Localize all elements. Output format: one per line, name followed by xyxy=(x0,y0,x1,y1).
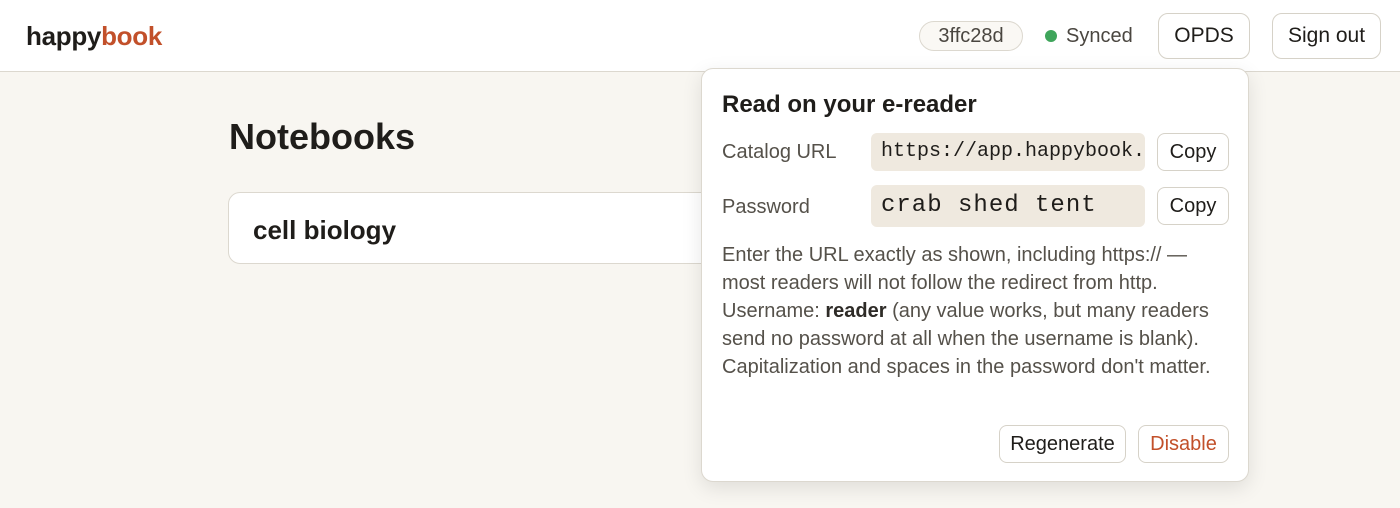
catalog-url-field[interactable]: https://app.happybook.pr xyxy=(871,133,1145,171)
help-text: Enter the URL exactly as shown, includin… xyxy=(722,241,1234,381)
copy-password-button[interactable]: Copy xyxy=(1157,187,1229,225)
notebook-card[interactable]: cell biology xyxy=(228,192,748,264)
app-logo[interactable]: happybook xyxy=(26,21,162,52)
help-username: reader xyxy=(825,300,887,322)
sync-status-label: Synced xyxy=(1066,24,1133,47)
popover-title: Read on your e-reader xyxy=(722,91,977,118)
disable-button[interactable]: Disable xyxy=(1138,425,1229,463)
top-bar: happybook 3ffc28d Synced OPDS Sign out xyxy=(0,0,1400,72)
sync-status: Synced xyxy=(1045,22,1133,50)
password-field[interactable]: crab shed tent xyxy=(871,185,1145,227)
sign-out-button[interactable]: Sign out xyxy=(1272,13,1381,59)
copy-url-button[interactable]: Copy xyxy=(1157,133,1229,171)
opds-popover: Read on your e-reader Catalog URL https:… xyxy=(701,68,1249,482)
commit-badge: 3ffc28d xyxy=(919,21,1023,51)
logo-text-book: book xyxy=(101,21,162,51)
opds-button[interactable]: OPDS xyxy=(1158,13,1250,59)
logo-text-happy: happy xyxy=(26,21,102,51)
catalog-url-label: Catalog URL xyxy=(722,141,837,163)
regenerate-button[interactable]: Regenerate xyxy=(999,425,1126,463)
notebook-name: cell biology xyxy=(253,215,397,245)
status-dot-icon xyxy=(1045,30,1057,42)
page-title: Notebooks xyxy=(229,116,416,157)
password-label: Password xyxy=(722,196,810,218)
